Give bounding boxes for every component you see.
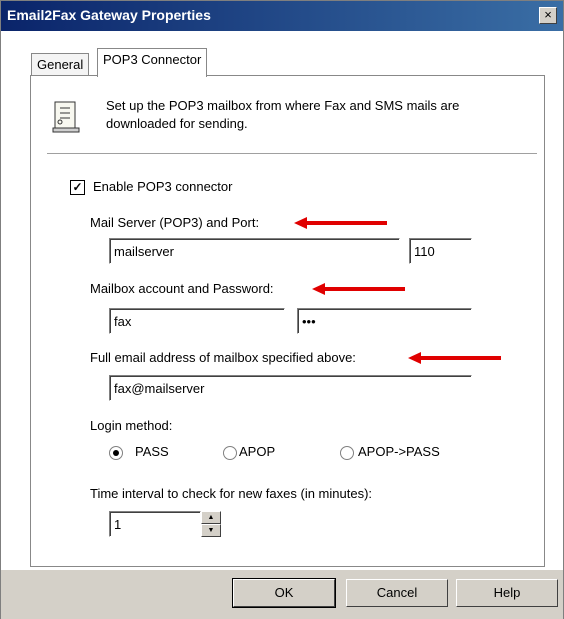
intro-text: Set up the POP3 mailbox from where Fax a… (106, 98, 460, 131)
email-label: Full email address of mailbox specified … (90, 350, 356, 365)
document-settings-icon (52, 101, 80, 133)
help-button[interactable]: Help (456, 579, 558, 607)
radio-apop-pass[interactable] (340, 446, 354, 460)
red-arrow-icon (408, 352, 501, 364)
tab-general[interactable]: General (31, 53, 90, 75)
radio-pass-label[interactable]: PASS (135, 444, 169, 459)
red-arrow-icon (294, 217, 387, 229)
spin-up-icon[interactable]: ▲ (201, 511, 221, 524)
enable-pop3-label[interactable]: Enable POP3 connector (93, 179, 232, 194)
ok-button[interactable]: OK (232, 578, 336, 608)
enable-pop3-checkbox[interactable]: ✓ (70, 180, 85, 195)
radio-apop[interactable] (223, 446, 237, 460)
interval-input[interactable] (109, 511, 201, 537)
interval-label: Time interval to check for new faxes (in… (90, 486, 373, 501)
port-input[interactable] (409, 238, 472, 264)
tab-pop3-connector[interactable]: POP3 Connector (97, 48, 208, 77)
properties-dialog: Email2Fax Gateway Properties × General P… (0, 0, 564, 619)
cancel-button[interactable]: Cancel (346, 579, 448, 607)
title-bar[interactable]: Email2Fax Gateway Properties × (1, 1, 563, 31)
red-arrow-icon (312, 283, 405, 295)
mail-server-input[interactable] (109, 238, 400, 264)
radio-pass[interactable] (109, 446, 123, 460)
interval-spinner[interactable]: ▲ ▼ (201, 511, 221, 537)
radio-apop-label[interactable]: APOP (239, 444, 275, 459)
mailbox-account-input[interactable] (109, 308, 285, 334)
mailbox-label: Mailbox account and Password: (90, 281, 274, 296)
tab-bar: General POP3 Connector (1, 31, 563, 77)
email-input[interactable] (109, 375, 472, 401)
radio-apop-pass-label[interactable]: APOP->PASS (358, 444, 440, 459)
close-button[interactable]: × (539, 7, 557, 24)
login-method-label: Login method: (90, 418, 173, 433)
separator (47, 153, 537, 155)
mailbox-password-input[interactable] (297, 308, 472, 334)
mail-server-label: Mail Server (POP3) and Port: (90, 215, 260, 230)
window-title: Email2Fax Gateway Properties (7, 7, 211, 23)
spin-down-icon[interactable]: ▼ (201, 524, 221, 537)
